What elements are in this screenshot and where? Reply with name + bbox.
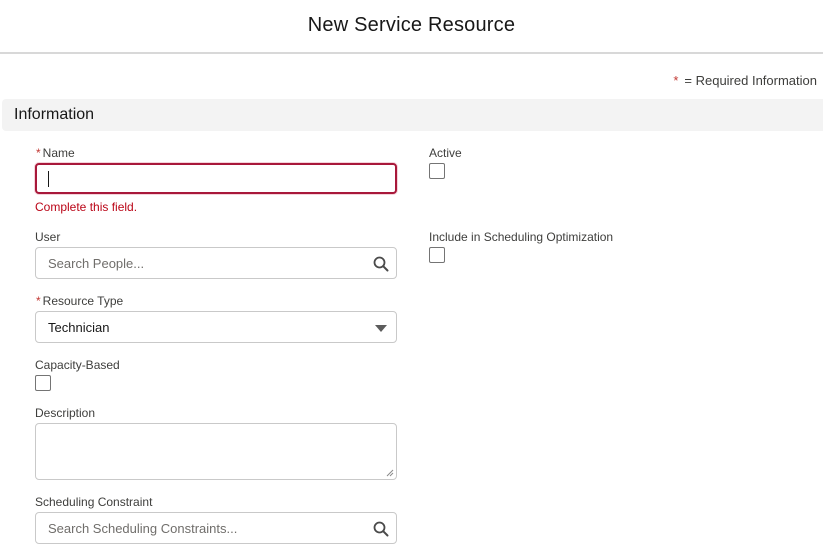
user-search-placeholder: Search People... <box>48 255 145 271</box>
section-title: Information <box>14 106 95 123</box>
resource-type-required-star: * <box>36 294 41 308</box>
include-optimization-label: Include in Scheduling Optimization <box>429 230 614 244</box>
resource-type-label: * Resource Type <box>36 294 123 308</box>
resource-type-value: Technician <box>48 319 110 335</box>
name-label-text: Name <box>42 146 75 160</box>
name-error-message: Complete this field. <box>35 200 138 214</box>
active-checkbox[interactable] <box>429 163 445 179</box>
description-textarea[interactable] <box>35 423 397 480</box>
scheduling-constraint-label: Scheduling Constraint <box>35 495 153 509</box>
required-legend-text: = Required Information <box>684 73 817 88</box>
scheduling-constraint-search-input[interactable]: Search Scheduling Constraints... <box>35 512 397 544</box>
name-required-star: * <box>36 146 41 160</box>
text-cursor <box>48 170 49 187</box>
description-label: Description <box>35 406 96 420</box>
name-label: * Name <box>36 146 75 160</box>
section-header-information[interactable]: Information <box>2 99 823 131</box>
resource-type-select[interactable]: Technician <box>35 311 397 343</box>
resize-grip-icon[interactable] <box>386 469 394 477</box>
required-legend: * = Required Information <box>673 73 817 88</box>
required-star: * <box>673 73 679 88</box>
resource-type-label-text: Resource Type <box>42 294 124 308</box>
include-optimization-checkbox[interactable] <box>429 247 445 263</box>
modal-header: New Service Resource <box>0 0 823 54</box>
capacity-based-checkbox[interactable] <box>35 375 51 391</box>
modal-title: New Service Resource <box>307 13 516 36</box>
search-icon[interactable] <box>373 521 389 537</box>
name-input[interactable] <box>35 163 397 194</box>
user-search-input[interactable]: Search People... <box>35 247 397 279</box>
chevron-down-icon <box>375 325 387 332</box>
search-icon[interactable] <box>373 256 389 272</box>
scheduling-constraint-placeholder: Search Scheduling Constraints... <box>48 520 238 536</box>
user-label: User <box>35 230 61 244</box>
active-label: Active <box>429 146 462 160</box>
capacity-based-label: Capacity-Based <box>35 358 120 372</box>
